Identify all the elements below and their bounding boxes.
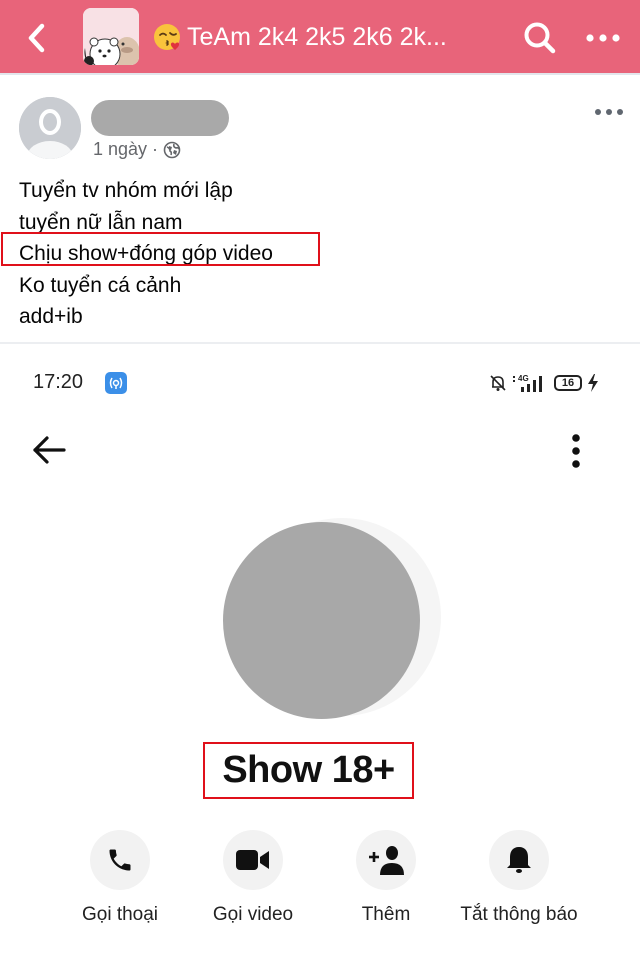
bell-icon — [507, 847, 531, 873]
group-title[interactable]: TeAm 2k4 2k5 2k6 2k... — [153, 20, 447, 54]
highlight-box-post-line — [1, 232, 320, 266]
profile-action-row: Gọi thoại Gọi video Thêm Tắt thông báo — [0, 826, 640, 936]
profile-name: Show 18+ — [222, 749, 395, 791]
messenger-back-button[interactable] — [30, 432, 68, 468]
cellular-signal-icon: 4G — [513, 374, 542, 392]
group-title-text: TeAm 2k4 2k5 2k6 2k... — [187, 23, 447, 51]
group-cover-thumbnail[interactable] — [83, 8, 139, 65]
action-label: Gọi video — [212, 904, 294, 925]
phone-icon — [109, 849, 131, 871]
post-more-button[interactable] — [594, 104, 624, 120]
post-line: Ko tuyển cá cảnh — [19, 273, 182, 297]
charging-bolt-icon — [588, 374, 598, 392]
battery-level: 16 — [554, 375, 582, 391]
more-horizontal-icon — [586, 34, 620, 42]
search-icon — [524, 22, 556, 54]
action-label: Gọi thoại — [81, 904, 159, 925]
action-icon-circle — [223, 830, 283, 890]
bell-muted-icon — [490, 375, 506, 391]
add-friend-button[interactable]: Thêm — [311, 826, 461, 926]
action-icon-circle — [356, 830, 416, 890]
status-icons: 4G 16 — [490, 370, 598, 396]
video-camera-icon — [236, 850, 269, 870]
arrow-left-icon — [33, 436, 66, 464]
post-time[interactable]: 1 ngày — [93, 139, 147, 160]
network-type-text: 4G — [518, 374, 529, 383]
kissing-face-emoji-icon — [154, 24, 180, 50]
author-avatar[interactable] — [19, 97, 81, 159]
more-options-button[interactable] — [584, 24, 624, 52]
back-button[interactable] — [22, 18, 54, 58]
post-line: Tuyển tv nhóm mới lập — [19, 179, 233, 202]
default-profile-icon — [19, 97, 81, 159]
group-header-bar: TeAm 2k4 2k5 2k6 2k... — [0, 0, 640, 75]
app-notification-icon — [105, 372, 127, 394]
voice-call-button[interactable]: Gọi thoại — [45, 826, 195, 926]
action-icon-circle — [90, 830, 150, 890]
divider — [0, 342, 640, 344]
globe-icon — [163, 141, 181, 158]
chevron-left-icon — [28, 23, 45, 53]
bears-illustration-icon — [83, 8, 139, 65]
author-name-redacted[interactable] — [91, 100, 229, 136]
add-person-icon — [369, 846, 404, 875]
action-label: Thêm — [361, 904, 411, 925]
profile-picture-redacted[interactable] — [223, 522, 420, 719]
mute-notifications-button[interactable]: Tắt thông báo — [444, 826, 594, 926]
status-time: 17:20 — [33, 371, 84, 393]
profile-name-highlighted: Show 18+ — [203, 742, 414, 799]
meta-separator: · — [152, 139, 159, 159]
action-icon-circle — [489, 830, 549, 890]
more-vertical-icon — [572, 434, 580, 468]
video-call-button[interactable]: Gọi video — [178, 826, 328, 926]
post-meta: 1 ngày · — [93, 139, 181, 160]
search-button[interactable] — [522, 20, 558, 56]
post-line: add+ib — [19, 305, 83, 328]
more-horizontal-icon — [595, 109, 623, 115]
messenger-more-button[interactable] — [565, 432, 587, 472]
action-label: Tắt thông báo — [460, 904, 578, 925]
